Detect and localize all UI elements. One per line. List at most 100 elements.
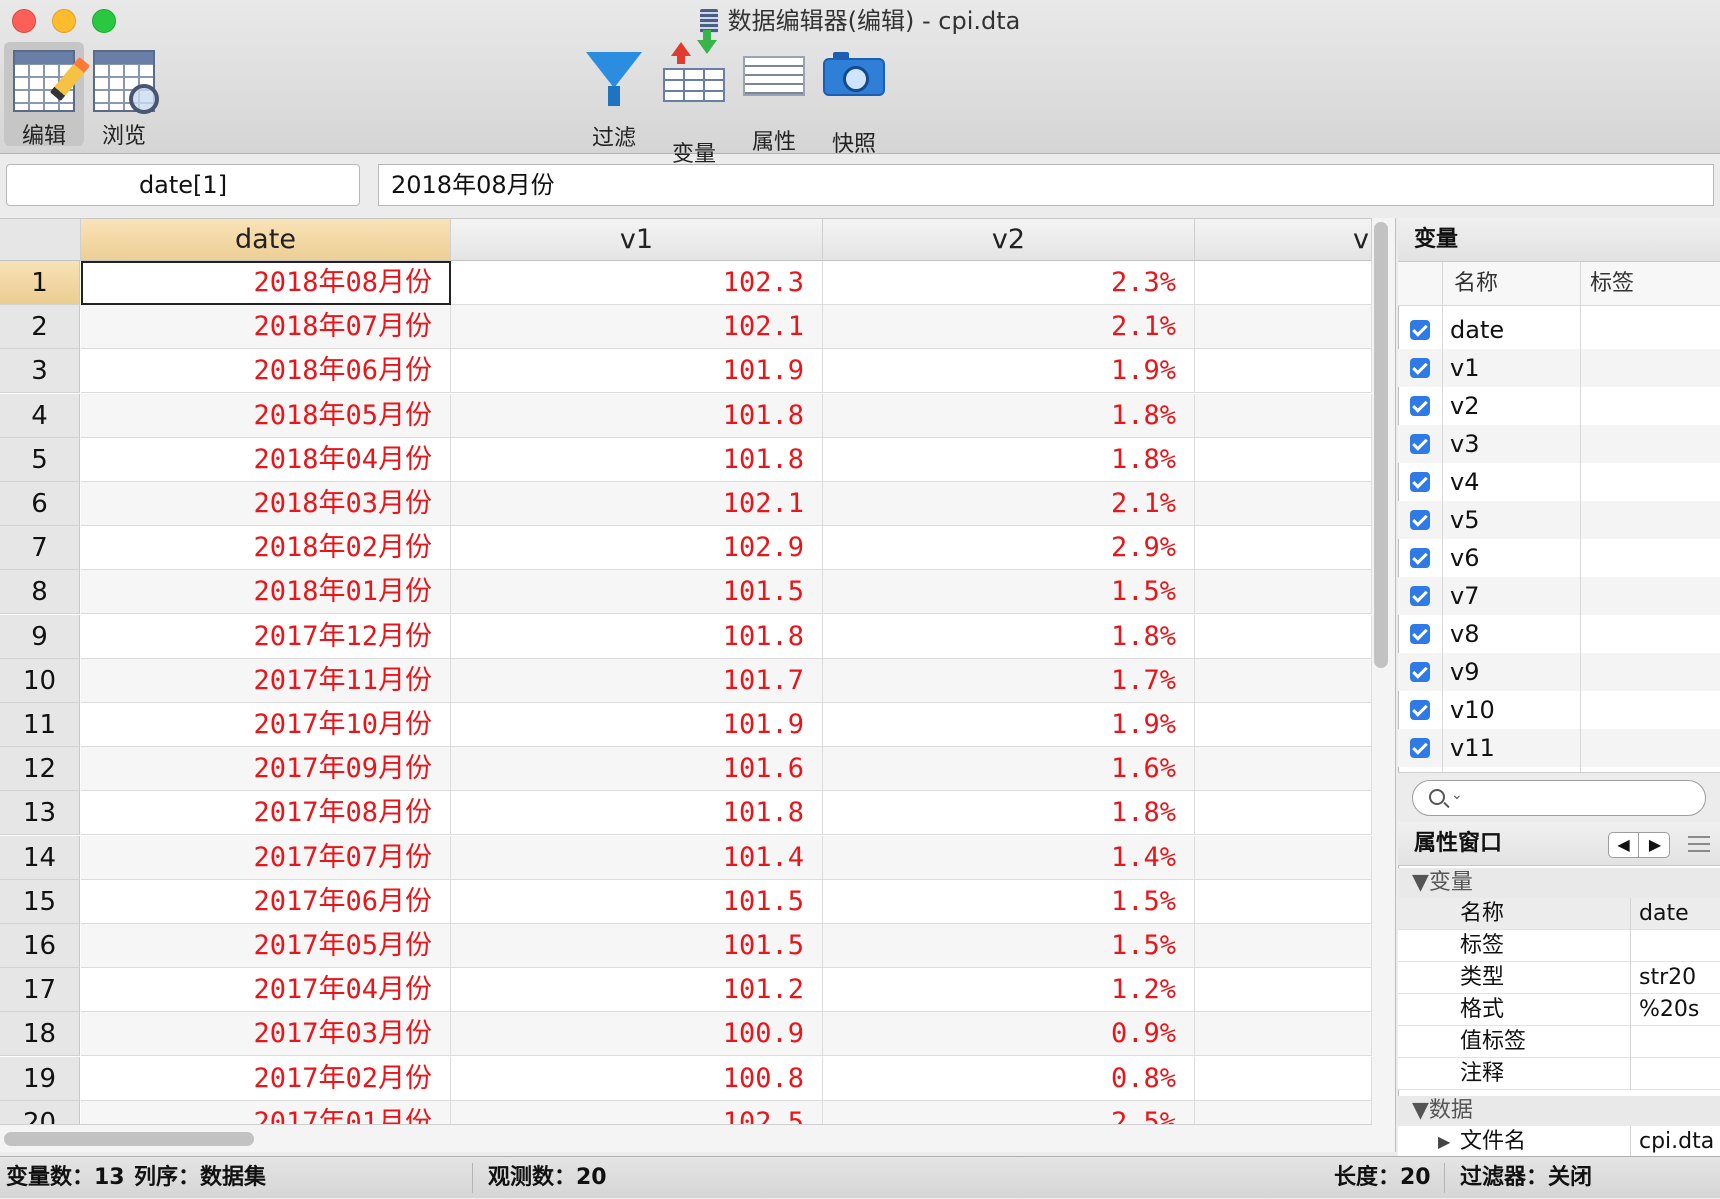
cell-date[interactable]: 2018年04月份: [81, 437, 451, 482]
cell-v3[interactable]: [1195, 305, 1372, 350]
cell-v3[interactable]: [1195, 658, 1372, 703]
cell-v2[interactable]: 2.5%: [823, 1100, 1195, 1124]
cell-v2[interactable]: 2.3%: [823, 261, 1195, 305]
cell-date[interactable]: 2017年08月份: [81, 791, 451, 836]
properties-button[interactable]: 属性: [734, 42, 814, 155]
cell-v2[interactable]: 1.8%: [823, 614, 1195, 659]
disclosure-triangle-icon[interactable]: ▶: [1438, 1126, 1450, 1158]
filter-button[interactable]: 过滤: [574, 42, 654, 151]
property-row[interactable]: 类型 str20: [1398, 962, 1720, 994]
section-variables[interactable]: ▼变量: [1398, 868, 1720, 898]
cell-v1[interactable]: 102.3: [451, 261, 823, 305]
cell-date[interactable]: 2017年10月份: [81, 703, 451, 747]
variable-list-item[interactable]: v6: [1398, 539, 1720, 577]
cell-v3[interactable]: [1195, 570, 1372, 615]
edit-mode-button[interactable]: 编辑: [4, 42, 91, 149]
cell-date[interactable]: 2018年06月份: [81, 349, 451, 394]
property-value[interactable]: [1630, 930, 1720, 962]
property-row[interactable]: 标签: [1398, 930, 1720, 962]
snapshot-button[interactable]: 快照: [814, 42, 894, 157]
cell-date[interactable]: 2017年03月份: [81, 1012, 451, 1057]
cell-v3[interactable]: [1195, 1012, 1372, 1057]
next-button[interactable]: ▶: [1640, 833, 1670, 857]
row-number[interactable]: 2: [0, 305, 80, 350]
cell-v2[interactable]: 1.5%: [823, 879, 1195, 924]
variable-visible-checkbox[interactable]: [1410, 396, 1430, 416]
variable-list-item[interactable]: v7: [1398, 577, 1720, 615]
variable-visible-checkbox[interactable]: [1410, 548, 1430, 568]
row-number[interactable]: 7: [0, 526, 80, 571]
cell-v1[interactable]: 102.9: [451, 526, 823, 571]
property-value[interactable]: str20: [1630, 962, 1720, 994]
row-number[interactable]: 9: [0, 614, 80, 659]
cell-v1[interactable]: 101.5: [451, 879, 823, 924]
cell-v2[interactable]: 2.1%: [823, 305, 1195, 350]
property-row[interactable]: 值标签: [1398, 1026, 1720, 1058]
row-number[interactable]: 13: [0, 791, 80, 836]
cell-date[interactable]: 2017年01月份: [81, 1100, 451, 1124]
property-value[interactable]: [1630, 1058, 1720, 1090]
cell-v1[interactable]: 101.8: [451, 393, 823, 438]
row-number[interactable]: 20: [0, 1100, 80, 1124]
row-number[interactable]: 6: [0, 482, 80, 526]
cell-v1[interactable]: 101.5: [451, 924, 823, 968]
cell-v3[interactable]: [1195, 924, 1372, 968]
row-number[interactable]: 15: [0, 879, 80, 924]
menu-icon[interactable]: [1688, 836, 1710, 852]
property-row[interactable]: ▶ 文件名 cpi.dta: [1398, 1126, 1720, 1158]
row-number[interactable]: 1: [0, 261, 80, 305]
variables-button[interactable]: 变量: [654, 30, 734, 167]
cell-v2[interactable]: 2.1%: [823, 482, 1195, 526]
property-value[interactable]: cpi.dta: [1630, 1126, 1720, 1158]
cell-date[interactable]: 2017年02月份: [81, 1056, 451, 1101]
variable-visible-checkbox[interactable]: [1410, 586, 1430, 606]
column-header-v3[interactable]: v: [1195, 219, 1372, 261]
variable-list-item[interactable]: date: [1398, 311, 1720, 349]
cell-v3[interactable]: [1195, 1100, 1372, 1124]
cell-v2[interactable]: 1.8%: [823, 791, 1195, 836]
column-header-v2[interactable]: v2: [823, 219, 1195, 261]
cell-v3[interactable]: [1195, 879, 1372, 924]
property-value[interactable]: date: [1630, 898, 1720, 930]
cell-date[interactable]: 2018年03月份: [81, 482, 451, 526]
cell-v3[interactable]: [1195, 482, 1372, 526]
cell-v3[interactable]: [1195, 393, 1372, 438]
cell-date[interactable]: 2017年07月份: [81, 835, 451, 880]
cell-date[interactable]: 2017年09月份: [81, 747, 451, 792]
row-number[interactable]: 19: [0, 1056, 80, 1101]
cell-v3[interactable]: [1195, 1056, 1372, 1101]
cell-v1[interactable]: 101.5: [451, 570, 823, 615]
row-number[interactable]: 8: [0, 570, 80, 615]
variable-list-item[interactable]: v3: [1398, 425, 1720, 463]
cell-v1[interactable]: 101.8: [451, 791, 823, 836]
row-number[interactable]: 5: [0, 437, 80, 482]
cell-date[interactable]: 2017年05月份: [81, 924, 451, 968]
row-number[interactable]: 18: [0, 1012, 80, 1057]
cell-v3[interactable]: [1195, 835, 1372, 880]
cell-v1[interactable]: 101.4: [451, 835, 823, 880]
variable-visible-checkbox[interactable]: [1410, 700, 1430, 720]
cell-v2[interactable]: 1.2%: [823, 968, 1195, 1013]
cell-v1[interactable]: 101.2: [451, 968, 823, 1013]
property-row[interactable]: 格式 %20s: [1398, 994, 1720, 1026]
cell-v2[interactable]: 1.5%: [823, 570, 1195, 615]
variable-visible-checkbox[interactable]: [1410, 510, 1430, 530]
column-header-v1[interactable]: v1: [451, 219, 823, 261]
cell-v2[interactable]: 1.8%: [823, 393, 1195, 438]
variable-list-item[interactable]: v2: [1398, 387, 1720, 425]
cell-v1[interactable]: 100.9: [451, 1012, 823, 1057]
cell-v3[interactable]: [1195, 349, 1372, 394]
row-number[interactable]: 17: [0, 968, 80, 1013]
variable-list-item[interactable]: v4: [1398, 463, 1720, 501]
cell-date[interactable]: 2018年07月份: [81, 305, 451, 350]
cell-v2[interactable]: 1.4%: [823, 835, 1195, 880]
property-value[interactable]: [1630, 1026, 1720, 1058]
vertical-scrollbar-thumb[interactable]: [1374, 222, 1388, 668]
row-number[interactable]: 3: [0, 349, 80, 394]
row-number[interactable]: 10: [0, 658, 80, 703]
variables-col-name[interactable]: 名称: [1454, 262, 1498, 306]
row-number[interactable]: 11: [0, 703, 80, 747]
cell-date[interactable]: 2018年02月份: [81, 526, 451, 571]
variable-list-item[interactable]: v11: [1398, 729, 1720, 767]
cell-v3[interactable]: [1195, 791, 1372, 836]
